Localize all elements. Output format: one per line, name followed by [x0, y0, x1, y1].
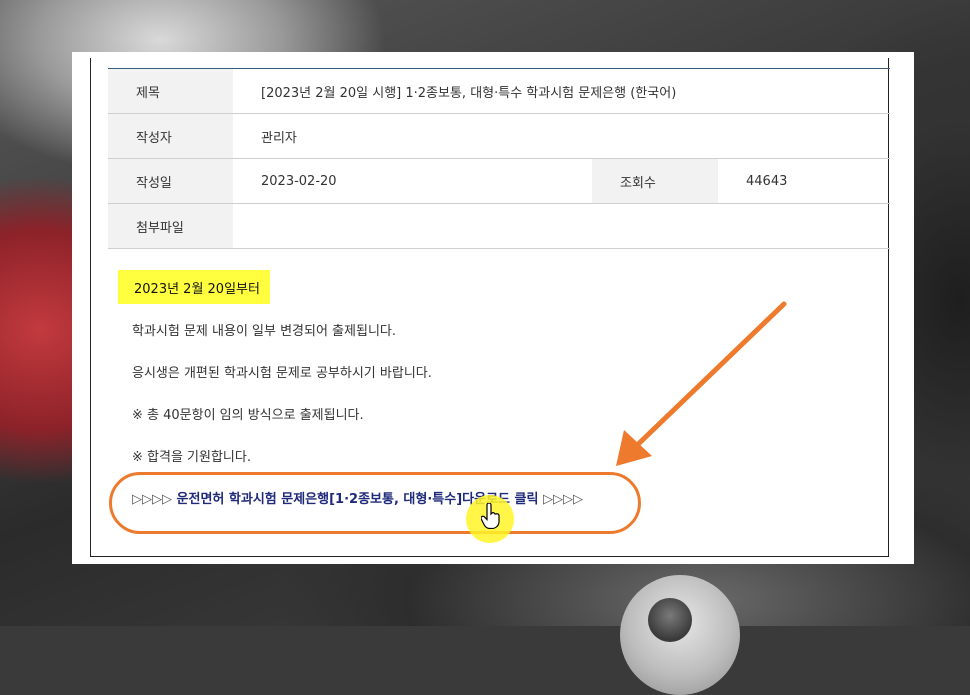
row-author: 작성자 관리자	[108, 114, 890, 159]
attachment-value[interactable]	[261, 204, 890, 248]
views-value: 44643	[746, 173, 788, 189]
row-title: 제목 [2023년 2월 20일 시행] 1·2종보통, 대형·특수 학과시험 …	[108, 69, 890, 114]
author-label: 작성자	[108, 114, 233, 158]
content-line-1: 학과시험 문제 내용이 일부 변경되어 출제됩니다.	[132, 324, 396, 339]
orange-arrow-icon	[616, 301, 787, 466]
row-date: 작성일 2023-02-20 조회수 44643	[108, 159, 890, 204]
row-attachment: 첨부파일	[108, 204, 890, 249]
hand-pointer-icon	[481, 503, 500, 529]
views-label: 조회수	[592, 159, 718, 203]
steering-wheel-knob-center	[648, 598, 692, 642]
title-label: 제목	[108, 69, 233, 113]
attachment-label: 첨부파일	[108, 204, 233, 248]
content-line-3: ※ 총 40문항이 임의 방식으로 출제됩니다.	[132, 408, 364, 423]
content-line-2: 응시생은 개편된 학과시험 문제로 공부하시기 바랍니다.	[132, 366, 432, 381]
date-label: 작성일	[108, 159, 233, 203]
orange-highlight-oval	[109, 472, 641, 534]
title-value: [2023년 2월 20일 시행] 1·2종보통, 대형·특수 학과시험 문제은…	[261, 85, 677, 101]
highlighted-date-text: 2023년 2월 20일부터	[118, 270, 270, 304]
content-line-4: ※ 합격을 기원합니다.	[132, 450, 251, 465]
date-value: 2023-02-20	[261, 173, 337, 189]
author-value: 관리자	[261, 130, 297, 146]
